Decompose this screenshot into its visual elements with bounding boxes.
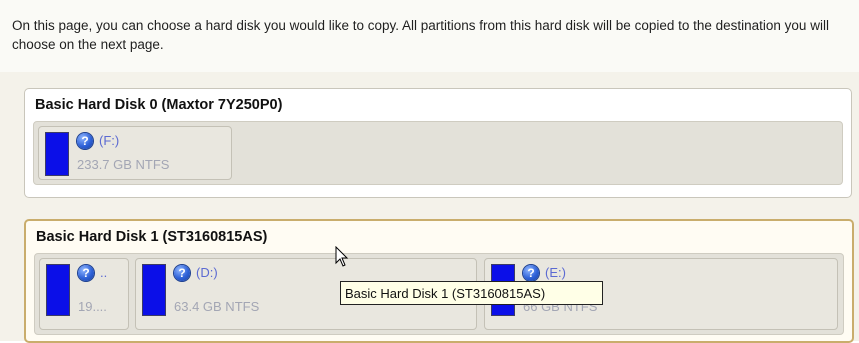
partition-unnamed[interactable]: ? .. 19....: [39, 258, 129, 330]
question-icon: ?: [523, 265, 539, 281]
partition-f[interactable]: ? (F:) 233.7 GB NTFS: [38, 126, 232, 180]
question-icon: ?: [78, 265, 94, 281]
disk-0-partition-strip: ? (F:) 233.7 GB NTFS: [33, 121, 843, 185]
mouse-pointer-icon: [335, 246, 349, 267]
partition-letter: (D:): [196, 265, 218, 280]
disk-0-card[interactable]: Basic Hard Disk 0 (Maxtor 7Y250P0) ? (F:…: [24, 88, 852, 198]
partition-size: 19....: [78, 299, 107, 314]
partition-letter: ..: [100, 265, 108, 280]
question-icon: ?: [174, 265, 190, 281]
partition-letter: (E:): [545, 265, 566, 280]
partition-letter: (F:): [99, 133, 120, 148]
question-icon: ?: [77, 133, 93, 149]
partition-usage-bar: [142, 264, 166, 316]
disk-tooltip: Basic Hard Disk 1 (ST3160815AS): [340, 281, 603, 305]
disk-1-title: Basic Hard Disk 1 (ST3160815AS): [36, 229, 268, 245]
partition-size: 233.7 GB NTFS: [77, 157, 170, 172]
intro-text: On this page, you can choose a hard disk…: [12, 18, 829, 52]
partition-usage-bar: [45, 132, 69, 176]
disk-0-title: Basic Hard Disk 0 (Maxtor 7Y250P0): [35, 97, 283, 113]
partition-usage-bar: [46, 264, 70, 316]
intro-section: On this page, you can choose a hard disk…: [0, 0, 859, 73]
partition-size: 63.4 GB NTFS: [174, 299, 260, 314]
